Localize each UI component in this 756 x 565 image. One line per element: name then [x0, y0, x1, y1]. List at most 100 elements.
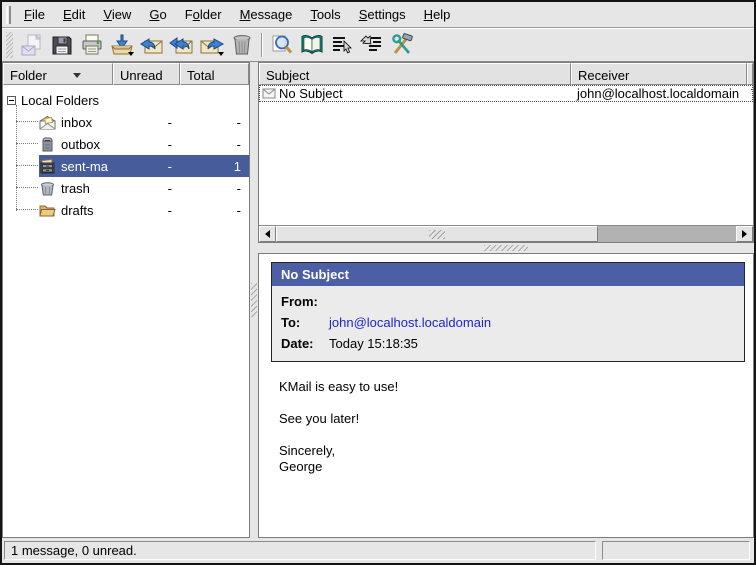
from-field: From: [272, 291, 744, 312]
folder-unread-count: - [113, 181, 180, 196]
menu-file[interactable]: File [15, 4, 54, 25]
horizontal-scrollbar[interactable] [259, 225, 753, 242]
main-area: Folder Unread Total Local Folders [2, 62, 754, 538]
scrollbar-track[interactable] [276, 226, 736, 242]
next-unread-button[interactable] [357, 31, 387, 59]
collapse-expander-icon[interactable] [7, 96, 16, 105]
menu-message[interactable]: Message [231, 4, 302, 25]
to-address-link[interactable]: john@localhost.localdomain [329, 315, 491, 330]
configure-button[interactable] [387, 31, 417, 59]
folder-item-sent-ma[interactable]: sent-ma - 1 [3, 155, 249, 177]
folder-list-header: Folder Unread Total [3, 63, 249, 85]
message-list: No Subject john@localhost.localdomain To… [259, 85, 753, 225]
arrow-left-icon [265, 230, 270, 238]
menu-tools[interactable]: Tools [301, 4, 349, 25]
message-date-cell: Today 15:18:35 [747, 86, 752, 101]
sent-folder-icon [39, 159, 56, 174]
menu-view[interactable]: View [94, 4, 140, 25]
check-mail-button[interactable] [107, 31, 137, 59]
scroll-left-button[interactable] [259, 226, 276, 242]
message-subject-header: No Subject [272, 263, 744, 286]
drafts-folder-icon [39, 203, 56, 218]
scrollbar-thumb[interactable] [276, 226, 598, 242]
toolbar [2, 28, 754, 62]
sort-arrow-icon [73, 73, 81, 78]
reply-icon [139, 33, 165, 57]
column-header-date[interactable]: Date [747, 63, 753, 85]
new-message-button[interactable] [17, 31, 47, 59]
menu-help[interactable]: Help [415, 4, 460, 25]
find-messages-button[interactable] [267, 31, 297, 59]
menu-settings[interactable]: Settings [350, 4, 415, 25]
folder-total-count: - [180, 137, 249, 152]
folder-total-count: 1 [180, 159, 249, 174]
folder-label: Local Folders [21, 93, 99, 108]
print-button[interactable] [77, 31, 107, 59]
folder-item-inbox[interactable]: inbox - - [3, 111, 249, 133]
trash-icon [230, 33, 254, 57]
column-header-folder[interactable]: Folder [3, 63, 113, 85]
folder-item-trash[interactable]: trash - - [3, 177, 249, 199]
folder-label: sent-ma [61, 159, 108, 174]
delete-button[interactable] [227, 31, 257, 59]
tree-line [16, 165, 38, 166]
menu-edit[interactable]: Edit [54, 4, 94, 25]
forward-button[interactable] [197, 31, 227, 59]
message-header-fields: From: To: john@localhost.localdomain Dat… [272, 286, 744, 361]
to-field: To: john@localhost.localdomain [272, 312, 744, 333]
message-row[interactable]: No Subject john@localhost.localdomain To… [259, 85, 753, 102]
column-header-total[interactable]: Total [180, 63, 249, 85]
folder-item-local-folders[interactable]: Local Folders [3, 89, 249, 111]
folder-unread-count: - [113, 115, 180, 130]
printer-icon [80, 33, 104, 57]
message-subject-cell: No Subject [279, 86, 343, 101]
arrow-right-icon [742, 230, 747, 238]
body-line [279, 395, 753, 411]
column-header-subject[interactable]: Subject [259, 63, 571, 85]
folder-label: drafts [61, 203, 94, 218]
splitter-grip-icon [251, 283, 257, 317]
message-list-pane: Subject Receiver Date No Subject jo [258, 62, 754, 243]
vertical-splitter[interactable] [250, 62, 258, 538]
reply-button[interactable] [137, 31, 167, 59]
floppy-icon [50, 33, 74, 57]
folder-label: trash [61, 181, 90, 196]
message-preview-pane: No Subject From: To: john@localhost.loca… [258, 253, 754, 538]
tree-line [16, 187, 38, 188]
scroll-right-button[interactable] [736, 226, 753, 242]
body-line: George [279, 459, 753, 475]
save-button[interactable] [47, 31, 77, 59]
message-receiver-cell: john@localhost.localdomain [571, 86, 747, 101]
body-line: Sincerely, [279, 443, 753, 459]
folder-total-count: - [180, 115, 249, 130]
inbox-icon [39, 115, 56, 130]
body-line: See you later! [279, 411, 753, 427]
toolbar-drag-handle[interactable] [6, 32, 13, 58]
folder-label: outbox [61, 137, 100, 152]
previous-unread-button[interactable] [327, 31, 357, 59]
dropdown-caret-icon [128, 52, 134, 56]
to-label: To: [281, 315, 323, 330]
tree-line [16, 209, 38, 210]
folder-unread-count: - [113, 203, 180, 218]
column-header-unread[interactable]: Unread [113, 63, 180, 85]
dropdown-caret-icon [218, 52, 224, 56]
address-book-button[interactable] [297, 31, 327, 59]
status-extra [602, 541, 750, 560]
menu-folder[interactable]: Folder [176, 4, 231, 25]
reply-all-button[interactable] [167, 31, 197, 59]
date-value: Today 15:18:35 [329, 336, 418, 351]
status-message: 1 message, 0 unread. [4, 541, 596, 560]
column-header-receiver[interactable]: Receiver [571, 63, 747, 85]
menubar-drag-handle[interactable] [6, 6, 11, 24]
folder-item-drafts[interactable]: drafts - - [3, 199, 249, 221]
message-body: KMail is easy to use! See you later! Sin… [279, 379, 753, 475]
date-label: Date: [281, 336, 323, 351]
tree-line [16, 121, 38, 122]
folder-unread-count: - [113, 137, 180, 152]
folder-tree: Local Folders inbox - - [3, 85, 249, 537]
menu-go[interactable]: Go [140, 4, 175, 25]
date-field: Date: Today 15:18:35 [272, 333, 744, 354]
horizontal-splitter[interactable] [258, 243, 754, 253]
folder-item-outbox[interactable]: outbox - - [3, 133, 249, 155]
